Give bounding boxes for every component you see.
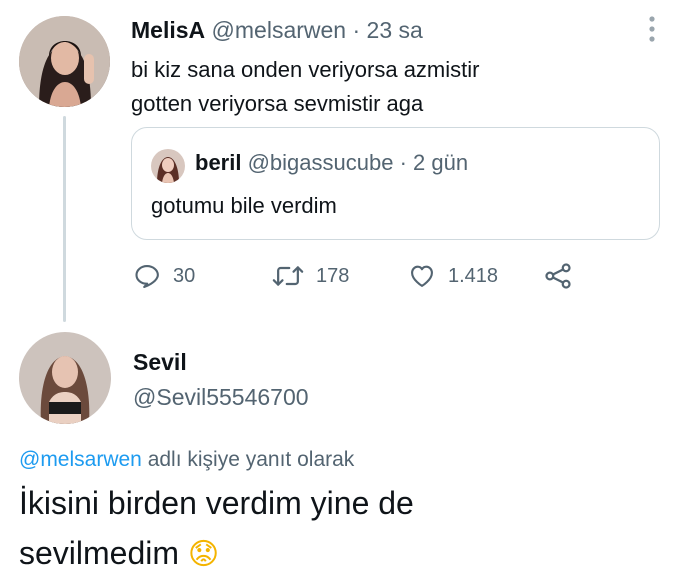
timestamp[interactable]: 23 sa bbox=[367, 17, 423, 43]
heart-icon bbox=[408, 262, 436, 290]
display-name[interactable]: MelisA bbox=[131, 17, 205, 43]
avatar-melisa[interactable] bbox=[19, 16, 110, 107]
quoted-text: gotumu bile verdim bbox=[151, 193, 337, 218]
separator: · bbox=[352, 17, 361, 43]
handle[interactable]: @melsarwen bbox=[212, 17, 347, 43]
reply-count: 30 bbox=[173, 264, 196, 287]
reply-display-name[interactable]: Sevil bbox=[133, 349, 187, 376]
tweet-text-line: gotten veriyorsa sevmistir aga bbox=[131, 91, 424, 116]
tweet-header: MelisA @melsarwen · 23 sa bbox=[131, 17, 423, 44]
more-vertical-icon[interactable] bbox=[644, 14, 660, 44]
quoted-tweet-card[interactable]: beril @bigassucube · 2 gün gotumu bile v… bbox=[131, 127, 660, 240]
tweet-text-line: bi kiz sana onden veriyorsa azmistir bbox=[131, 57, 480, 82]
replying-to-label: adlı kişiye yanıt olarak bbox=[147, 448, 355, 471]
retweet-action[interactable]: 178 bbox=[272, 262, 349, 290]
avatar-beril bbox=[151, 149, 185, 183]
tweet-text: bi kiz sana onden veriyorsa azmistir got… bbox=[131, 53, 479, 121]
reply-text-line: İkisini birden verdim yine de bbox=[19, 485, 414, 521]
share-icon bbox=[543, 261, 573, 291]
reply-action[interactable]: 30 bbox=[133, 262, 195, 290]
share-action[interactable] bbox=[543, 261, 573, 291]
like-action[interactable]: 1.418 bbox=[408, 262, 498, 290]
quoted-timestamp: 2 gün bbox=[413, 150, 469, 175]
reply-text: İkisini birden verdim yine de sevilmedim… bbox=[19, 478, 414, 580]
retweet-count: 178 bbox=[316, 264, 350, 287]
quoted-separator: · bbox=[399, 150, 407, 175]
reply-handle[interactable]: @Sevil55546700 bbox=[133, 384, 309, 411]
retweet-icon bbox=[272, 262, 304, 290]
replying-to-handle[interactable]: @melsarwen bbox=[19, 448, 142, 471]
reply-icon bbox=[133, 262, 161, 290]
avatar-sevil[interactable] bbox=[19, 332, 111, 424]
reply-text-line2: sevilmedim 😟 bbox=[19, 528, 414, 580]
avatar-melisa-image bbox=[19, 16, 110, 107]
reply-text-line: sevilmedim bbox=[19, 535, 180, 571]
worried-face-emoji: 😟 bbox=[187, 537, 220, 572]
like-count: 1.418 bbox=[448, 264, 499, 287]
thread-line bbox=[63, 116, 66, 322]
replying-to: @melsarwen adlı kişiye yanıt olarak bbox=[19, 448, 354, 472]
avatar-sevil-image bbox=[19, 332, 111, 424]
quoted-header: beril @bigassucube · 2 gün bbox=[195, 150, 468, 176]
quoted-handle: @bigassucube bbox=[247, 150, 394, 175]
quoted-display-name: beril bbox=[195, 150, 242, 175]
